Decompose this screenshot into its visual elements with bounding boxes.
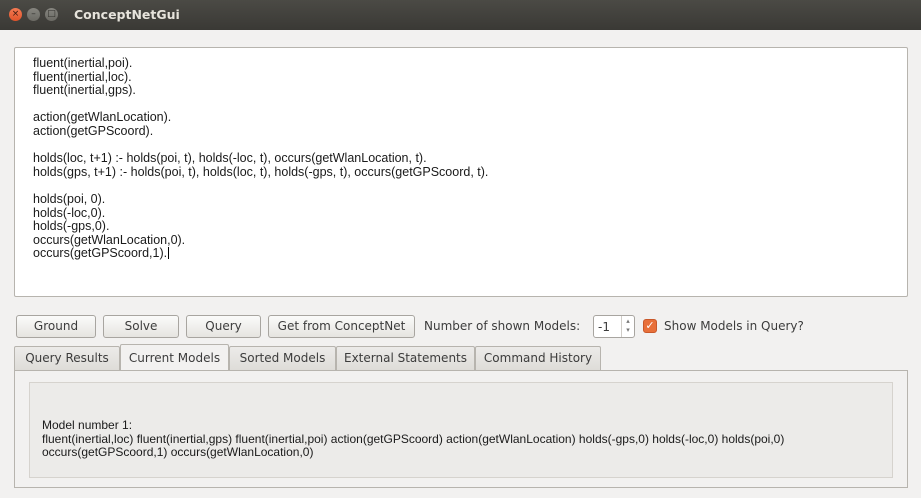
solve-button[interactable]: Solve (103, 315, 179, 338)
tab-query-results[interactable]: Query Results (14, 346, 120, 370)
tab-current-models[interactable]: Current Models (120, 344, 229, 370)
text-caret (168, 247, 170, 260)
ground-button[interactable]: Ground (16, 315, 96, 338)
maximize-icon[interactable]: □ (45, 8, 58, 21)
get-from-conceptnet-button[interactable]: Get from ConceptNet (268, 315, 415, 338)
query-button[interactable]: Query (186, 315, 261, 338)
window-title: ConceptNetGui (74, 7, 180, 22)
model-atoms: fluent(inertial,loc) fluent(inertial,gps… (42, 431, 785, 459)
model-heading: Model number 1: (42, 418, 133, 432)
tab-sorted-models[interactable]: Sorted Models (229, 346, 336, 370)
program-editor[interactable]: fluent(inertial,poi). fluent(inertial,lo… (14, 47, 908, 297)
tab-external-statements[interactable]: External Statements (336, 346, 475, 370)
close-icon[interactable]: × (9, 8, 22, 21)
models-count-label: Number of shown Models: (424, 319, 581, 333)
show-models-label[interactable]: Show Models in Query? (664, 319, 804, 333)
models-output[interactable]: Model number 1: fluent(inertial,loc) flu… (29, 382, 893, 478)
models-count-value[interactable]: -1 (598, 320, 610, 334)
models-count-spinner[interactable]: -1 ▴ ▾ (593, 315, 635, 338)
minimize-icon[interactable]: – (27, 8, 40, 21)
current-models-panel: Model number 1: fluent(inertial,loc) flu… (14, 370, 908, 488)
show-models-checkbox[interactable]: ✓ (643, 319, 657, 333)
title-bar: × – □ ConceptNetGui (0, 0, 921, 30)
editor-text[interactable]: fluent(inertial,poi). fluent(inertial,lo… (33, 56, 488, 260)
models-output-text: Model number 1: fluent(inertial,loc) flu… (42, 418, 882, 460)
tab-command-history[interactable]: Command History (475, 346, 601, 370)
spinner-arrows-icon[interactable]: ▴ ▾ (621, 316, 634, 337)
